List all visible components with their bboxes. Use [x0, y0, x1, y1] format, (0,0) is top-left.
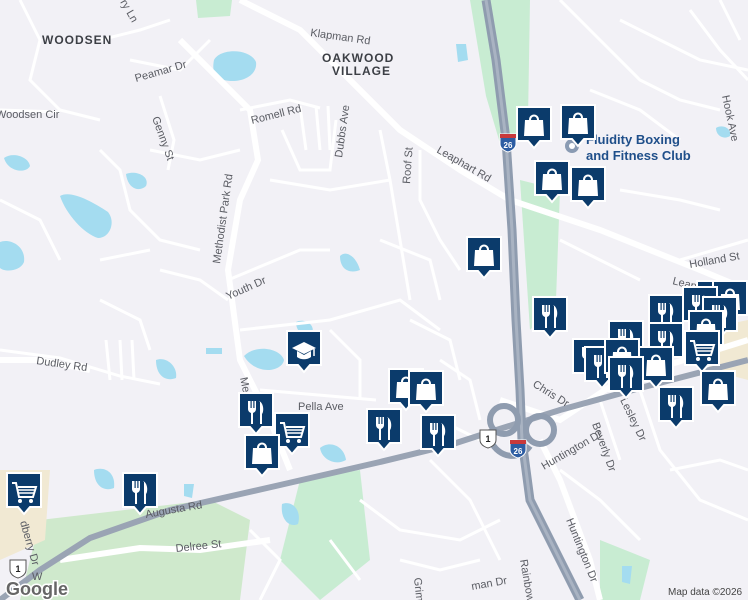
- marker-restaurant-2[interactable]: [238, 392, 274, 436]
- marker-cart-2[interactable]: [6, 472, 42, 516]
- svg-text:26: 26: [504, 141, 513, 150]
- google-logo[interactable]: Google: [5, 578, 70, 600]
- marker-bag-2[interactable]: [560, 104, 596, 148]
- marker-school[interactable]: [286, 330, 322, 374]
- marker-restaurant-5[interactable]: [122, 472, 158, 516]
- area-village: VILLAGE: [332, 64, 391, 78]
- area-oakwood: OAKWOOD: [322, 51, 394, 65]
- svg-text:1: 1: [485, 434, 490, 444]
- marker-restaurant-1[interactable]: [532, 296, 568, 340]
- road-label-grim: Grim: [411, 577, 425, 600]
- svg-text:1: 1: [15, 564, 20, 574]
- marker-bag-5[interactable]: [466, 236, 502, 280]
- marker-bag-9[interactable]: [700, 370, 736, 414]
- attribution[interactable]: Map data ©2026: [664, 584, 748, 600]
- svg-text:26: 26: [514, 447, 523, 456]
- road-label-roof: Roof St: [401, 147, 416, 184]
- marker-restaurant-3[interactable]: [366, 408, 402, 452]
- i26-shield-south: 26: [509, 439, 527, 459]
- svg-text:Google: Google: [6, 579, 68, 599]
- marker-cart-1[interactable]: [274, 412, 310, 456]
- marker-restaurant-6[interactable]: [658, 386, 694, 430]
- area-woodsen: WOODSEN: [42, 33, 112, 47]
- fitness-club-label-1: Fluidity Boxing: [586, 132, 680, 147]
- i26-shield-north: 26: [499, 133, 517, 153]
- road-label-pella: Pella Ave: [298, 401, 344, 413]
- marker-restaurant-4[interactable]: [420, 414, 456, 458]
- us1-shield-east: 1: [479, 429, 497, 449]
- us1-shield-west: 1: [9, 559, 27, 579]
- marker-bag-8[interactable]: [244, 434, 280, 478]
- marker-bag-3[interactable]: [534, 160, 570, 204]
- map-canvas[interactable]: WOODSEN OAKWOOD VILLAGE Klapman Rd Peama…: [0, 0, 748, 600]
- marker-bag-7[interactable]: [408, 370, 444, 414]
- road-label-woodsen-cir: Woodsen Cir: [0, 109, 60, 121]
- marker-bag-4[interactable]: [570, 166, 606, 210]
- fitness-club-label-2: and Fitness Club: [586, 148, 691, 163]
- svg-text:Map data ©2026: Map data ©2026: [668, 587, 743, 598]
- marker-bag-1[interactable]: [516, 106, 552, 150]
